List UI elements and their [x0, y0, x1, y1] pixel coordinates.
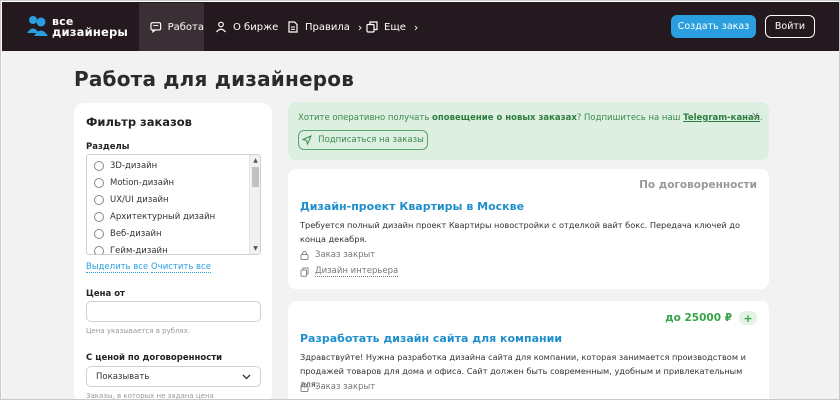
- subscribe-button[interactable]: Подписаться на заказы: [298, 130, 428, 150]
- job-price-label: до 25000 ₽: [665, 312, 732, 324]
- radio-button[interactable]: [94, 229, 104, 239]
- section-option-label: Архитектурный дизайн: [110, 212, 216, 222]
- browser-frame: все дизайнеры Работа О бирже Правила › Е…: [0, 0, 840, 400]
- job-card[interactable]: По договоренности Дизайн-проект Квартиры…: [288, 169, 769, 289]
- radio-button[interactable]: [94, 195, 104, 205]
- person-icon: [216, 21, 226, 33]
- section-option[interactable]: 3D-дизайн: [94, 159, 157, 173]
- chevron-down-icon: [242, 374, 251, 380]
- price-from-input[interactable]: [86, 301, 261, 322]
- section-option-label: Motion-дизайн: [110, 178, 175, 188]
- negotiable-label: С ценой по договоренности: [86, 353, 223, 363]
- job-title[interactable]: Разработать дизайн сайта для компании: [300, 332, 562, 345]
- close-icon[interactable]: ×: [751, 109, 760, 122]
- subscribe-button-label: Подписаться на заказы: [318, 135, 424, 145]
- chevron-right-icon: ›: [413, 20, 419, 34]
- scroll-down-arrow-icon[interactable]: ▼: [250, 243, 260, 254]
- job-category-link[interactable]: Дизайн интерьера: [315, 266, 399, 277]
- nav-rules-label: Правила: [305, 21, 350, 33]
- nav-about[interactable]: О бирже: [215, 3, 278, 51]
- select-all-link[interactable]: Выделить все: [86, 262, 149, 273]
- job-status-label: Заказ закрыт: [315, 382, 376, 392]
- copy-icon: [366, 21, 378, 33]
- section-option-label: Веб-дизайн: [110, 229, 162, 239]
- chevron-right-icon: ›: [357, 20, 363, 34]
- radio-button[interactable]: [94, 212, 104, 222]
- section-option-label: Гейм-дизайн: [110, 246, 168, 255]
- logo-people-icon: [27, 16, 48, 36]
- top-navbar: все дизайнеры Работа О бирже Правила › Е…: [2, 2, 839, 51]
- page-title: Работа для дизайнеров: [74, 67, 355, 91]
- section-option[interactable]: Motion-дизайн: [94, 176, 174, 190]
- notice-text-part: ? Подпишитесь на наш: [576, 113, 684, 123]
- radio-button[interactable]: [94, 178, 104, 188]
- nav-work[interactable]: Работа: [139, 3, 204, 51]
- negotiable-select-value: Показывать: [96, 371, 150, 382]
- job-price: до 25000 ₽ +: [665, 311, 757, 325]
- section-option[interactable]: Веб-дизайн: [94, 227, 162, 241]
- notice-text-part: .: [760, 113, 763, 123]
- sections-label: Разделы: [86, 142, 130, 152]
- job-status: Заказ закрыт: [300, 382, 375, 392]
- negotiable-hint: Заказы, в которых не задана цена: [86, 392, 214, 400]
- login-button[interactable]: Войти: [765, 15, 815, 38]
- radio-button[interactable]: [94, 246, 104, 254]
- nav-rules[interactable]: Правила ›: [287, 3, 362, 51]
- filter-title: Фильтр заказов: [86, 115, 192, 129]
- price-from-label: Цена от: [86, 289, 125, 299]
- scroll-up-arrow-icon[interactable]: ▲: [250, 155, 260, 166]
- job-status-label: Заказ закрыт: [315, 250, 376, 260]
- nav-more[interactable]: Еще ›: [366, 3, 418, 51]
- negotiable-select[interactable]: Показывать: [86, 366, 261, 387]
- chat-icon: [150, 22, 162, 33]
- job-price: По договоренности: [639, 179, 757, 191]
- site-logo[interactable]: все дизайнеры: [27, 15, 129, 39]
- telegram-channel-link[interactable]: Telegram-канал: [683, 113, 760, 123]
- nav-about-label: О бирже: [233, 21, 279, 33]
- job-title[interactable]: Дизайн-проект Квартиры в Москве: [300, 200, 524, 213]
- lock-icon: [300, 251, 309, 260]
- radio-button[interactable]: [94, 161, 104, 171]
- nav-work-label: Работа: [167, 21, 204, 33]
- copy-icon: [300, 267, 309, 277]
- job-description: Требуется полный дизайн проект Квартиры …: [300, 220, 740, 244]
- notice-text: Хотите оперативно получать оповещение о …: [298, 113, 763, 123]
- logo-text-bottom: дизайнеры: [52, 25, 129, 39]
- document-icon: [288, 21, 298, 33]
- telegram-notice: Хотите оперативно получать оповещение о …: [288, 102, 769, 160]
- section-option[interactable]: Архитектурный дизайн: [94, 210, 215, 224]
- lock-icon: [300, 383, 309, 392]
- sections-listbox[interactable]: 3D-дизайн Motion-дизайн UX/UI дизайн Арх…: [86, 154, 261, 255]
- price-hint: Цена указывается в рублях.: [86, 327, 191, 335]
- section-option[interactable]: UX/UI дизайн: [94, 193, 169, 207]
- clear-all-link[interactable]: Очистить все: [151, 262, 211, 273]
- notice-text-part: Хотите оперативно получать: [298, 113, 433, 123]
- plus-icon[interactable]: +: [739, 311, 757, 325]
- scrollbar-thumb[interactable]: [252, 167, 259, 187]
- filter-panel: Фильтр заказов Разделы 3D-дизайн Motion-…: [74, 103, 272, 400]
- nav-more-label: Еще: [384, 21, 406, 33]
- job-status: Заказ закрыт: [300, 250, 375, 260]
- job-card[interactable]: до 25000 ₽ + Разработать дизайн сайта дл…: [288, 301, 769, 399]
- job-category[interactable]: Дизайн интерьера: [300, 266, 399, 277]
- section-option-label: UX/UI дизайн: [110, 195, 169, 205]
- send-icon: [302, 135, 313, 145]
- section-option[interactable]: Гейм-дизайн: [94, 244, 168, 255]
- list-scrollbar[interactable]: ▲ ▼: [249, 155, 260, 254]
- notice-text-bold: оповещение о новых заказах: [432, 113, 577, 123]
- section-option-label: 3D-дизайн: [110, 161, 158, 171]
- create-order-button[interactable]: Создать заказ: [671, 15, 756, 38]
